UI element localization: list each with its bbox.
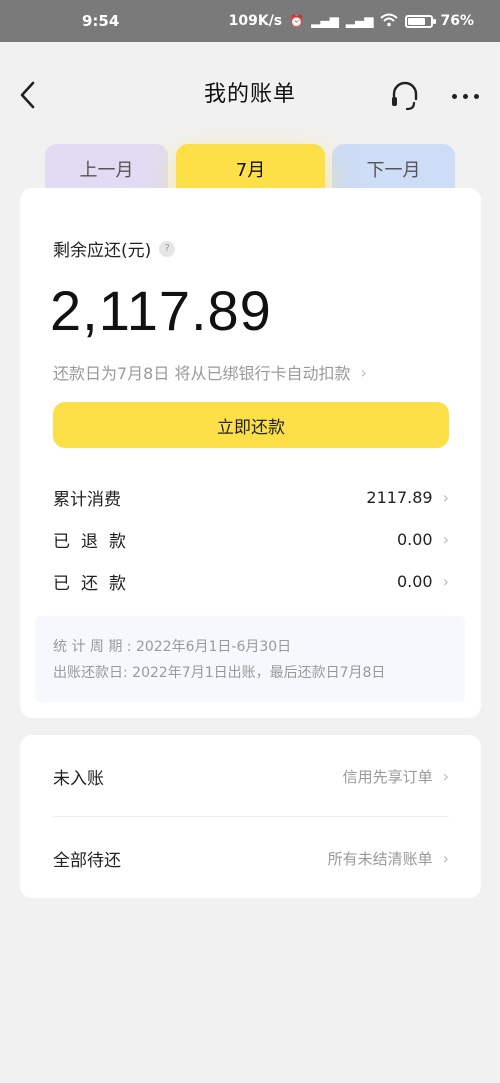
row-value: 0.00 <box>396 571 433 591</box>
status-time: 9:54 <box>82 12 120 30</box>
row-hint: 信用先享订单 <box>342 767 433 786</box>
more-dot <box>474 93 479 99</box>
row-value-group: 0.00 › <box>397 530 449 549</box>
row-label: 全部待还 <box>53 850 121 871</box>
signal-hd-icon: ▂▄▆ <box>311 14 339 28</box>
row-label: 未入账 <box>53 768 104 789</box>
battery-level <box>408 17 426 25</box>
status-icons: 109K/s ⏰ ▂▄▆ ▂▄▆ 76% <box>229 13 474 29</box>
row-unbilled[interactable]: 未入账 信用先享订单 › <box>53 735 449 817</box>
more-dot <box>463 93 468 99</box>
chevron-right-icon: › <box>442 487 449 507</box>
more-button[interactable] <box>452 88 486 104</box>
remaining-amount: 2,117.89 <box>50 279 272 342</box>
row-label: 已还款 <box>53 573 137 594</box>
due-date-text: 还款日为7月8日 将从已绑银行卡自动扣款 <box>53 364 351 383</box>
row-hint: 所有未结清账单 <box>327 849 433 868</box>
chevron-right-icon: › <box>442 848 449 868</box>
chevron-right-icon: › <box>442 529 449 549</box>
row-all-pending[interactable]: 全部待还 所有未结清账单 › <box>53 817 449 899</box>
chevron-right-icon: › <box>442 571 449 591</box>
chevron-left-icon <box>20 81 35 109</box>
bill-summary: 统 计 周 期 : 2022年6月1日-6月30日 出账还款日: 2022年7月… <box>35 616 465 702</box>
row-repaid[interactable]: 已还款 0.00 › <box>53 568 449 594</box>
headset-icon <box>392 81 418 111</box>
tab-indicator <box>246 189 256 193</box>
chevron-right-icon: › <box>360 362 367 382</box>
network-speed: 109K/s <box>228 13 283 29</box>
more-dot <box>452 93 457 99</box>
remaining-label: 剩余应还(元) ? <box>53 236 176 261</box>
row-value-group: 0.00 › <box>397 572 449 591</box>
status-bar: 9:54 109K/s ⏰ ▂▄▆ ▂▄▆ 76% <box>0 0 500 42</box>
row-hint-group: 信用先享订单 › <box>343 766 449 787</box>
summary-period: 统 计 周 期 : 2022年6月1日-6月30日 <box>53 639 292 655</box>
pay-now-button[interactable]: 立即还款 <box>53 402 449 448</box>
remaining-label-text: 剩余应还(元) <box>53 241 152 261</box>
page-title: 我的账单 <box>203 82 296 107</box>
due-date-note[interactable]: 还款日为7月8日 将从已绑银行卡自动扣款 › <box>53 360 367 384</box>
tab-current-month[interactable]: 7月 <box>176 144 325 194</box>
row-value-group: 2117.89 › <box>366 488 449 507</box>
tab-next-month[interactable]: 下一月 <box>332 144 455 194</box>
signal-icon: ▂▄▆ <box>345 14 374 28</box>
pending-card: 未入账 信用先享订单 › 全部待还 所有未结清账单 › <box>20 735 481 898</box>
battery-icon <box>405 14 437 28</box>
summary-billing-date: 出账还款日: 2022年7月1日出账，最后还款日7月8日 <box>53 665 386 681</box>
row-total-spend[interactable]: 累计消费 2117.89 › <box>53 484 449 510</box>
row-value: 2117.89 <box>366 487 433 507</box>
tab-prev-month[interactable]: 上一月 <box>45 144 168 194</box>
row-label: 已退款 <box>53 531 137 552</box>
battery-percent: 76% <box>440 13 474 29</box>
back-button[interactable] <box>14 80 44 110</box>
month-tabs: 上一月 下一月 7月 <box>0 144 500 194</box>
alarm-off-icon: ⏰ <box>289 14 305 28</box>
app-header: 我的账单 <box>0 42 500 142</box>
row-value: 0.00 <box>396 529 433 549</box>
customer-service-button[interactable] <box>389 80 421 112</box>
chevron-right-icon: › <box>442 766 449 786</box>
row-hint-group: 所有未结清账单 › <box>328 848 449 869</box>
row-label: 累计消费 <box>53 489 121 510</box>
wifi-icon <box>380 13 399 29</box>
help-icon[interactable]: ? <box>159 240 176 257</box>
bill-card: 剩余应还(元) ? 2,117.89 还款日为7月8日 将从已绑银行卡自动扣款 … <box>20 188 481 718</box>
row-refunded[interactable]: 已退款 0.00 › <box>53 526 449 552</box>
